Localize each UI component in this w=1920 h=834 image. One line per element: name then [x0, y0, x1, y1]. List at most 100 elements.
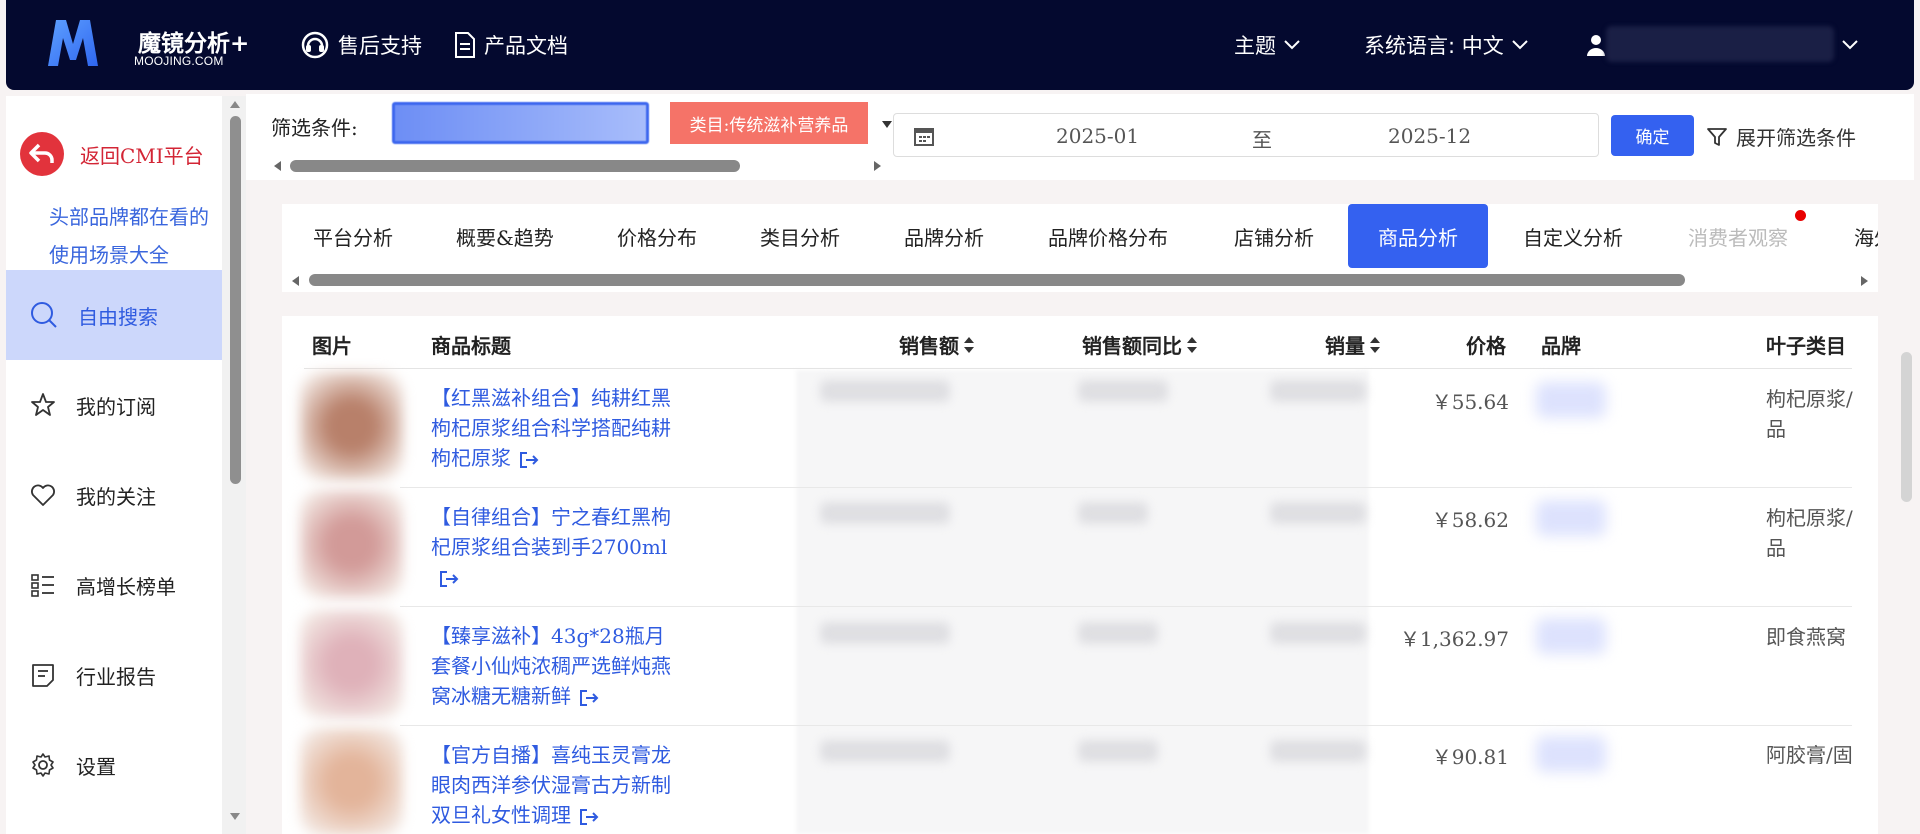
external-link-icon[interactable] [439, 570, 459, 588]
tab-consumer[interactable]: 消费者观察 [1688, 204, 1788, 268]
expand-filters-button[interactable]: 展开筛选条件 [1706, 122, 1856, 151]
col-header-leaf-category: 叶子类目 [1766, 334, 1846, 358]
chevron-down-icon[interactable] [1842, 40, 1858, 50]
brand-value-redacted[interactable] [1536, 500, 1606, 536]
header-divider [304, 368, 1852, 369]
product-image[interactable] [300, 490, 403, 598]
leaf-category-value: 枸杞原浆/品 [1766, 506, 1853, 560]
tab-overseas[interactable]: 海外 [1854, 204, 1878, 268]
yoy-value-redacted [1078, 740, 1158, 762]
product-title-link[interactable]: 【臻享滋补】43g*28瓶月套餐小仙炖浓稠严选鲜炖燕窝冰糖无糖新鲜 [431, 621, 671, 711]
tab-product[interactable]: 商品分析 [1348, 204, 1488, 268]
external-link-icon[interactable] [519, 451, 539, 469]
date-start[interactable]: 2025-01 [1056, 124, 1139, 148]
docs-link[interactable]: 产品文档 [454, 30, 568, 60]
tab-category[interactable]: 类目分析 [760, 204, 840, 268]
col-header-yoy[interactable]: 销售额同比 [1082, 330, 1198, 359]
date-separator: 至 [1252, 128, 1272, 152]
leaf-category-value: 即食燕窝 [1766, 625, 1846, 649]
scroll-right-arrow-icon[interactable] [1860, 275, 1870, 287]
product-image[interactable] [300, 372, 403, 480]
sidebar-scroll-thumb[interactable] [230, 116, 241, 484]
sidebar-item-free-search[interactable]: 自由搜索 [6, 270, 222, 360]
scroll-up-arrow-icon[interactable] [229, 99, 241, 109]
scenario-promo-link[interactable]: 头部品牌都在看的 使用场景大全 [49, 198, 209, 274]
sidebar-item-growth-rank[interactable]: 高增长榜单 [6, 540, 222, 630]
back-to-cmi-button[interactable]: 返回CMI平台 [20, 132, 204, 176]
yoy-value-redacted [1078, 622, 1158, 644]
brand-value-redacted[interactable] [1536, 618, 1606, 654]
row-divider [400, 606, 1852, 607]
date-range-picker[interactable] [893, 113, 1599, 157]
price-value: ￥90.81 [1431, 745, 1509, 769]
back-arrow-icon [20, 132, 64, 176]
heart-icon [31, 484, 55, 506]
scroll-left-arrow-icon[interactable] [272, 160, 282, 172]
theme-label: 主题 [1234, 34, 1276, 58]
tab-brand[interactable]: 品牌分析 [904, 204, 984, 268]
tabs-scroll-thumb[interactable] [309, 274, 1685, 286]
sales-value-redacted [820, 740, 950, 762]
tab-price-distribution[interactable]: 价格分布 [617, 204, 697, 268]
product-image[interactable] [300, 728, 403, 834]
sales-value-redacted [820, 502, 950, 524]
docs-label: 产品文档 [484, 34, 568, 58]
scroll-right-arrow-icon[interactable] [873, 160, 883, 172]
sidebar-item-following[interactable]: 我的关注 [6, 450, 222, 540]
caret-down-icon[interactable] [881, 120, 893, 129]
external-link-icon[interactable] [579, 808, 599, 826]
confirm-button[interactable]: 确定 [1611, 115, 1694, 156]
volume-value-redacted [1270, 740, 1366, 762]
scroll-left-arrow-icon[interactable] [290, 275, 300, 287]
filter-icon [1707, 127, 1727, 146]
notification-dot [1795, 210, 1806, 221]
brand-value-redacted[interactable] [1536, 736, 1606, 772]
leaf-category-value: 阿胶膏/固 [1766, 743, 1853, 767]
headset-icon [301, 31, 329, 59]
sort-icon [1187, 336, 1197, 353]
filter-label: 筛选条件: [271, 116, 358, 140]
col-header-sales[interactable]: 销售额 [899, 330, 975, 359]
theme-dropdown[interactable]: 主题 [1234, 30, 1300, 60]
volume-value-redacted [1270, 502, 1366, 524]
chevron-down-icon [1284, 40, 1300, 50]
yoy-value-redacted [1078, 380, 1168, 402]
sidebar-item-subscriptions[interactable]: 我的订阅 [6, 360, 222, 450]
col-header-title: 商品标题 [431, 334, 511, 358]
row-divider [400, 487, 1852, 488]
page-scroll-thumb[interactable] [1901, 352, 1912, 502]
product-title-link[interactable]: 【红黑滋补组合】纯耕红黑枸杞原浆组合科学搭配纯耕枸杞原浆 [431, 383, 671, 473]
language-dropdown[interactable]: 系统语言: 中文 [1364, 30, 1528, 60]
filter-scroll-thumb[interactable] [290, 160, 740, 172]
date-end[interactable]: 2025-12 [1388, 124, 1471, 148]
price-value: ￥1,362.97 [1399, 627, 1509, 651]
tab-custom[interactable]: 自定义分析 [1523, 204, 1623, 268]
moojing-logo-icon[interactable] [44, 16, 102, 68]
category-tag[interactable]: 类目:传统滋补营养品 [670, 102, 868, 144]
sidebar-item-settings[interactable]: 设置 [6, 720, 222, 810]
calendar-icon [914, 128, 934, 146]
brand-value-redacted[interactable] [1536, 382, 1606, 418]
user-name-redacted[interactable] [1606, 26, 1834, 62]
tab-overview-trend[interactable]: 概要&趋势 [456, 204, 554, 268]
col-header-price: 价格 [1466, 334, 1506, 358]
filter-selection-redacted[interactable] [392, 102, 649, 144]
leaf-category-value: 枸杞原浆/品 [1766, 387, 1853, 441]
support-link[interactable]: 售后支持 [300, 30, 422, 60]
col-header-brand: 品牌 [1541, 334, 1581, 358]
back-label: 返回CMI平台 [80, 143, 204, 168]
sidebar-item-industry-report[interactable]: 行业报告 [6, 630, 222, 720]
product-title-link[interactable]: 【自律组合】宁之春红黑枸杞原浆组合装到手2700ml [431, 502, 671, 592]
tab-platform[interactable]: 平台分析 [313, 204, 393, 268]
product-title-link[interactable]: 【官方自播】喜纯玉灵膏龙眼肉西洋参伏湿膏古方新制双旦礼女性调理 [431, 740, 671, 830]
price-value: ￥58.62 [1431, 508, 1509, 532]
scroll-down-arrow-icon[interactable] [229, 812, 241, 822]
tab-store[interactable]: 店铺分析 [1234, 204, 1314, 268]
product-image[interactable] [300, 610, 403, 718]
price-value: ￥55.64 [1431, 390, 1509, 414]
tab-brand-price[interactable]: 品牌价格分布 [1048, 204, 1168, 268]
external-link-icon[interactable] [579, 689, 599, 707]
user-icon[interactable] [1586, 34, 1606, 56]
col-header-volume[interactable]: 销量 [1325, 330, 1381, 359]
redacted-metrics-area [796, 370, 1369, 834]
